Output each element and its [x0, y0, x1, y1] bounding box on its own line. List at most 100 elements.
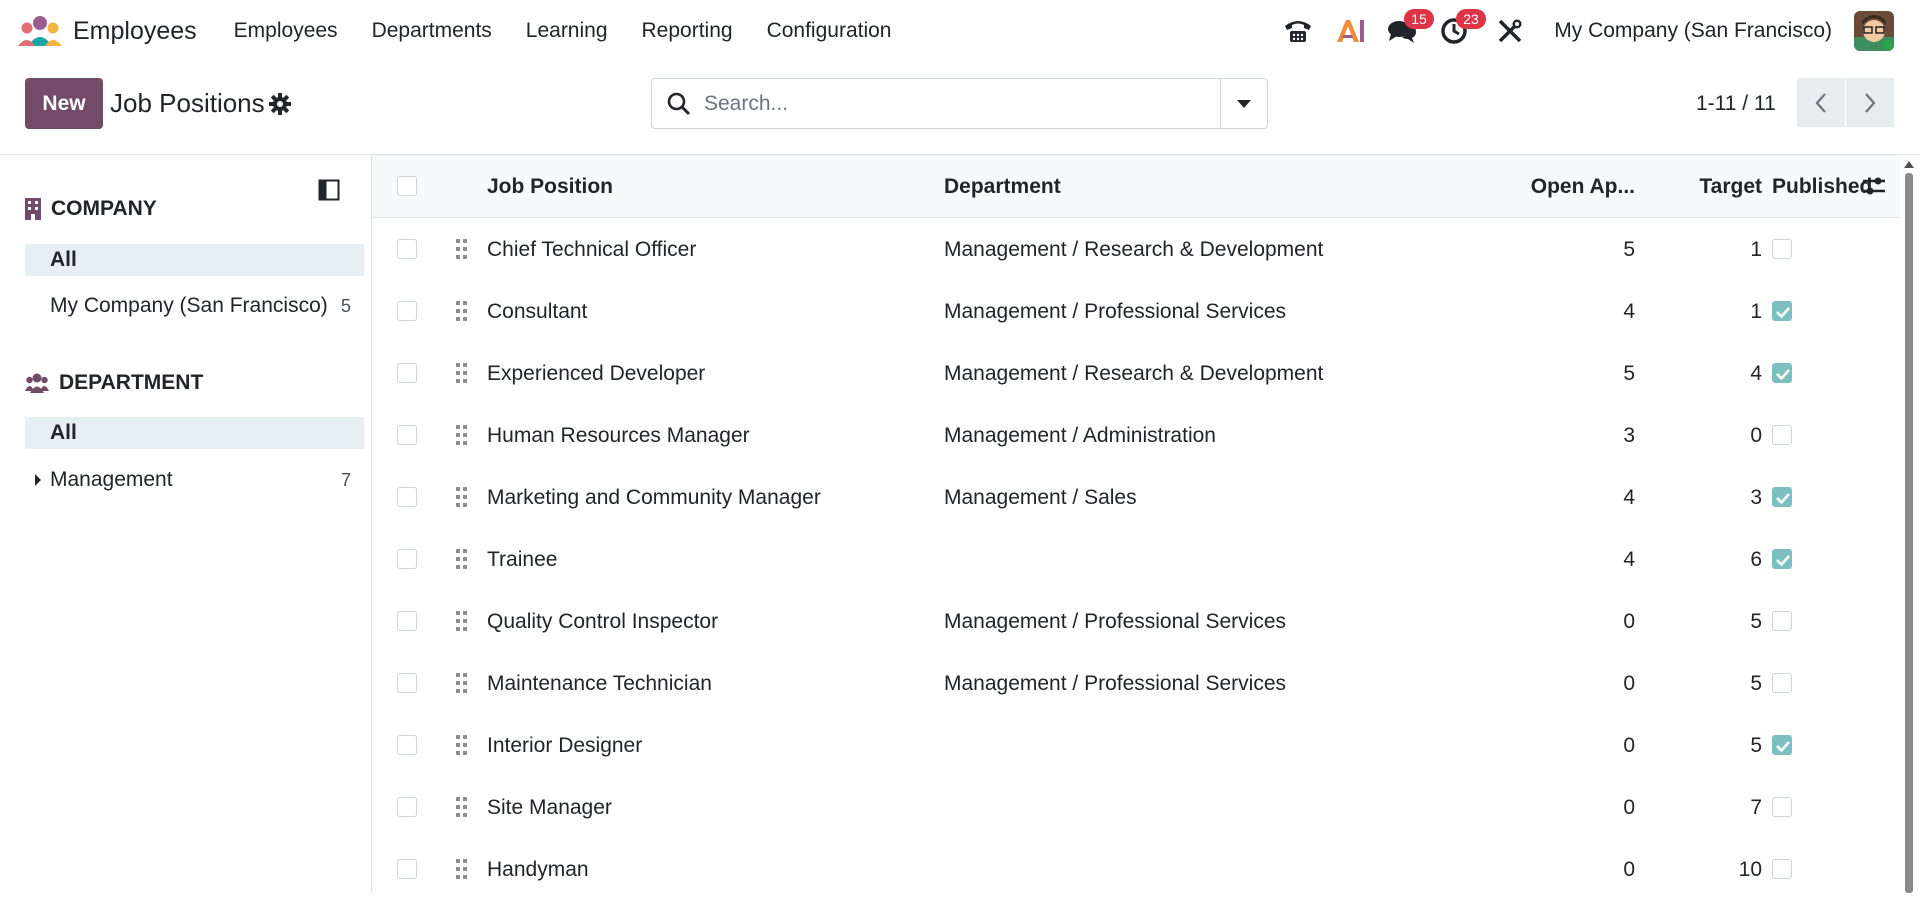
phone-icon[interactable] — [1278, 11, 1318, 51]
company-filter-all[interactable]: All — [25, 244, 364, 276]
published-checkbox[interactable] — [1772, 363, 1792, 383]
published-checkbox[interactable] — [1772, 797, 1792, 817]
table-row[interactable]: Site Manager 0 7 — [372, 776, 1900, 839]
published-checkbox[interactable] — [1772, 611, 1792, 631]
drag-handle-icon[interactable] — [456, 362, 468, 384]
table-row[interactable]: Trainee 4 6 — [372, 528, 1900, 591]
pager-value[interactable]: 1-11 / 11 — [1696, 92, 1776, 116]
column-open-applications[interactable]: Open Ap... — [1450, 175, 1635, 199]
table-row[interactable]: Maintenance Technician Management / Profe… — [372, 652, 1900, 715]
pager-previous-button[interactable] — [1797, 78, 1845, 127]
open-applications-cell: 0 — [1623, 796, 1635, 819]
table-row[interactable]: Quality Control Inspector Management / Pr… — [372, 590, 1900, 653]
company-title: COMPANY — [51, 197, 157, 220]
department-filter-management[interactable]: Management 7 — [25, 464, 364, 496]
published-checkbox[interactable] — [1772, 239, 1792, 259]
column-target[interactable]: Target — [1682, 175, 1762, 199]
menu-configuration[interactable]: Configuration — [750, 19, 909, 43]
menu-departments[interactable]: Departments — [355, 19, 509, 43]
open-applications-cell: 0 — [1623, 610, 1635, 633]
published-checkbox[interactable] — [1772, 301, 1792, 321]
table-row[interactable]: Interior Designer 0 5 — [372, 714, 1900, 777]
main-menu: Employees Departments Learning Reporting… — [217, 19, 909, 43]
column-department[interactable]: Department — [944, 175, 1061, 199]
table-row[interactable]: Chief Technical Officer Management / Rese… — [372, 218, 1900, 281]
column-published[interactable]: Published — [1772, 175, 1872, 199]
row-checkbox[interactable] — [397, 239, 417, 259]
row-checkbox[interactable] — [397, 487, 417, 507]
open-applications-cell: 4 — [1623, 300, 1635, 323]
search-options-toggle[interactable] — [1220, 79, 1267, 128]
published-checkbox[interactable] — [1772, 425, 1792, 445]
open-applications-cell: 0 — [1623, 734, 1635, 757]
drag-handle-icon[interactable] — [456, 672, 468, 694]
table-row[interactable]: Marketing and Community Manager Managemen… — [372, 466, 1900, 529]
messages-icon[interactable]: 15 — [1382, 9, 1434, 51]
list-scrollbar[interactable] — [1902, 157, 1916, 893]
pager-next-button[interactable] — [1845, 78, 1894, 127]
column-job-position[interactable]: Job Position — [487, 175, 613, 199]
menu-learning[interactable]: Learning — [509, 19, 625, 43]
table-row[interactable]: Consultant Management / Professional Serv… — [372, 280, 1900, 343]
select-all-checkbox[interactable] — [397, 176, 417, 196]
top-navbar: Employees Employees Departments Learning… — [0, 0, 1920, 62]
caret-right-icon[interactable] — [34, 474, 42, 486]
target-cell: 1 — [1750, 238, 1762, 261]
row-checkbox[interactable] — [397, 859, 417, 879]
published-checkbox[interactable] — [1772, 859, 1792, 879]
search-input[interactable] — [702, 90, 1186, 117]
optional-columns-icon[interactable] — [1862, 175, 1886, 197]
published-checkbox[interactable] — [1772, 487, 1792, 507]
app-brand[interactable]: Employees — [18, 14, 197, 48]
drag-handle-icon[interactable] — [456, 858, 468, 880]
debug-tools-icon[interactable] — [1490, 11, 1530, 51]
menu-employees[interactable]: Employees — [217, 19, 355, 43]
row-checkbox[interactable] — [397, 797, 417, 817]
filter-label: Management — [50, 468, 173, 491]
drag-handle-icon[interactable] — [456, 486, 468, 508]
department-cell: Management / Research & Development — [944, 362, 1324, 385]
table-row[interactable]: Experienced Developer Management / Resear… — [372, 342, 1900, 405]
drag-handle-icon[interactable] — [456, 734, 468, 756]
search-bar — [651, 78, 1268, 129]
row-checkbox[interactable] — [397, 301, 417, 321]
job-position-cell: Site Manager — [487, 796, 612, 819]
row-checkbox[interactable] — [397, 363, 417, 383]
activities-icon[interactable]: 23 — [1434, 9, 1486, 51]
table-row[interactable]: Handyman 0 10 — [372, 838, 1900, 893]
company-filter-my-company[interactable]: My Company (San Francisco) 5 — [25, 290, 364, 322]
user-avatar[interactable] — [1854, 11, 1894, 51]
published-checkbox[interactable] — [1772, 549, 1792, 569]
employees-app-icon — [18, 14, 62, 48]
row-checkbox[interactable] — [397, 673, 417, 693]
job-position-cell: Interior Designer — [487, 734, 643, 757]
drag-handle-icon[interactable] — [456, 300, 468, 322]
drag-handle-icon[interactable] — [456, 548, 468, 570]
new-button[interactable]: New — [25, 78, 103, 129]
row-checkbox[interactable] — [397, 735, 417, 755]
drag-handle-icon[interactable] — [456, 424, 468, 446]
job-positions-list: Job Position Department Open Ap... Targe… — [372, 155, 1900, 893]
caret-down-icon — [1237, 99, 1251, 108]
gear-icon[interactable] — [268, 92, 292, 116]
table-row[interactable]: Human Resources Manager Management / Admi… — [372, 404, 1900, 467]
department-cell: Management / Administration — [944, 424, 1216, 447]
row-checkbox[interactable] — [397, 549, 417, 569]
filter-label: All — [50, 248, 77, 271]
ai-icon[interactable] — [1330, 11, 1370, 51]
panel-collapse-icon[interactable] — [318, 179, 344, 205]
chevron-right-icon — [1865, 92, 1876, 113]
target-cell: 0 — [1750, 424, 1762, 447]
published-checkbox[interactable] — [1772, 735, 1792, 755]
drag-handle-icon[interactable] — [456, 238, 468, 260]
row-checkbox[interactable] — [397, 611, 417, 631]
menu-reporting[interactable]: Reporting — [625, 19, 750, 43]
company-switcher[interactable]: My Company (San Francisco) — [1554, 19, 1832, 43]
published-checkbox[interactable] — [1772, 673, 1792, 693]
department-filter-all[interactable]: All — [25, 417, 364, 449]
row-checkbox[interactable] — [397, 425, 417, 445]
open-applications-cell: 4 — [1623, 548, 1635, 571]
drag-handle-icon[interactable] — [456, 796, 468, 818]
open-applications-cell: 3 — [1623, 424, 1635, 447]
drag-handle-icon[interactable] — [456, 610, 468, 632]
